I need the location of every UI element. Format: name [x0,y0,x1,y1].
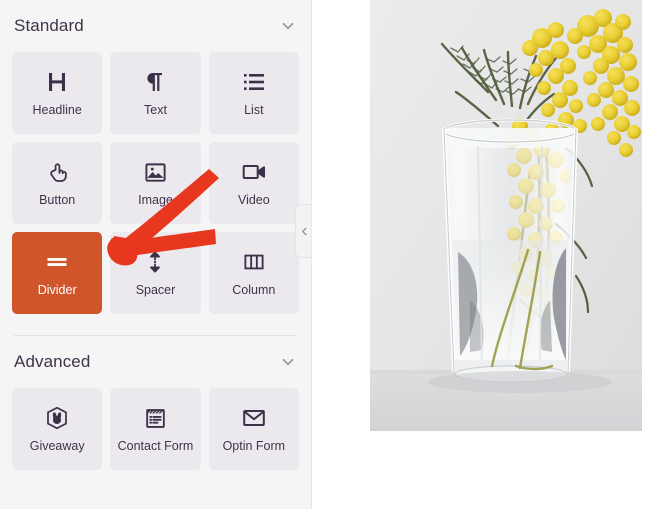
blocks-sidebar: Standard Headline Text List Button Image… [0,0,312,509]
tile-button[interactable]: Button [12,142,103,224]
section-standard-title: Standard [14,16,84,35]
columns-icon [241,249,267,275]
chevron-down-icon[interactable] [279,17,297,35]
tile-image-label: Image [138,193,173,208]
tile-text-label: Text [144,103,167,118]
tap-hand-icon [44,159,70,185]
section-advanced: Advanced Giveaway Contact Form Optin For… [12,336,299,470]
tile-list[interactable]: List [208,52,299,134]
paragraph-icon [142,69,168,95]
tile-image[interactable]: Image [110,142,201,224]
tile-column-label: Column [232,283,276,298]
tile-spacer-label: Spacer [135,283,176,298]
video-camera-icon [241,159,267,185]
tile-optin-form-label: Optin Form [222,439,286,454]
rabbit-badge-icon [44,405,70,431]
tile-giveaway-label: Giveaway [29,439,85,454]
advanced-tile-grid: Giveaway Contact Form Optin Form [12,388,299,470]
tile-button-label: Button [39,193,76,208]
tile-video[interactable]: Video [208,142,299,224]
tile-spacer[interactable]: Spacer [110,232,201,314]
tile-text[interactable]: Text [110,52,201,134]
section-standard-header[interactable]: Standard [12,0,299,52]
tile-giveaway[interactable]: Giveaway [12,388,103,470]
tile-divider[interactable]: Divider [12,232,103,314]
spacer-arrows-icon [142,249,168,275]
photo-block[interactable] [370,0,642,431]
standard-tile-grid: Headline Text List Button Image Video Di… [12,52,299,314]
tile-contact-form[interactable]: Contact Form [110,388,201,470]
list-icon [241,69,267,95]
builder-app: Standard Headline Text List Button Image… [0,0,662,509]
sidebar-collapse-handle[interactable] [295,204,311,258]
divider-icon [44,249,70,275]
tile-headline-label: Headline [32,103,82,118]
tile-contact-form-label: Contact Form [117,439,194,454]
editor-canvas [312,0,662,509]
tile-headline[interactable]: Headline [12,52,103,134]
tile-divider-label: Divider [37,283,77,298]
form-clipboard-icon [142,405,168,431]
image-icon [142,159,168,185]
section-advanced-header[interactable]: Advanced [12,336,299,388]
tile-column[interactable]: Column [208,232,299,314]
section-advanced-title: Advanced [14,352,91,371]
section-standard: Standard Headline Text List Button Image… [12,0,299,314]
chevron-down-icon[interactable] [279,353,297,371]
vase-flowers-photo [370,0,642,431]
headline-icon [44,69,70,95]
tile-list-label: List [244,103,264,118]
chevron-left-icon [299,226,310,237]
tile-video-label: Video [237,193,270,208]
tile-optin-form[interactable]: Optin Form [208,388,299,470]
envelope-icon [241,405,267,431]
